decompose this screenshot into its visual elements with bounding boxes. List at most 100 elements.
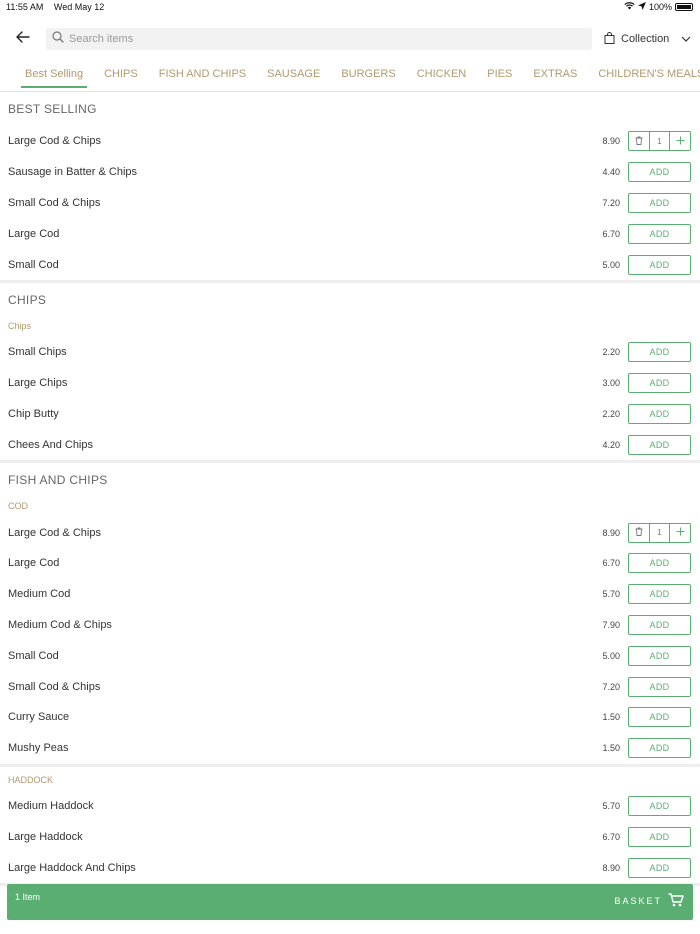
menu-item-row: Small Cod 5.00 ADD [0,249,700,280]
item-name: Large Chips [8,377,68,390]
add-button[interactable]: ADD [628,738,691,759]
section-title: CHIPS [8,292,47,307]
tab-burgers[interactable]: BURGERS [337,64,399,86]
item-name: Large Haddock And Chips [8,861,136,874]
item-group: Chips Small Chips 2.20 ADD Large Chips 3.00 AD… [0,317,700,460]
section-fish-and-chips: FISH AND CHIPS COD Large Cod & Chips 8.90 1 L… [0,463,700,886]
add-button[interactable]: ADD [628,403,691,424]
menu-item-row: Chees And Chips 4.20 ADD [0,429,700,460]
collection-selector[interactable]: Collection [604,31,691,47]
menu-item-row: Small Chips 2.20 ADD [0,337,700,368]
item-name: Medium Cod & Chips [8,618,112,631]
add-button[interactable]: ADD [628,434,691,455]
item-price: 5.00 [602,650,620,661]
menu-item-row: Large Chips 3.00 ADD [0,368,700,399]
search-bar[interactable] [46,28,592,50]
trash-icon [635,136,643,147]
back-button[interactable] [12,28,34,50]
add-button[interactable]: ADD [628,162,691,183]
menu-item-row: Large Cod 6.70 ADD [0,548,700,579]
item-name: Large Cod & Chips [8,135,101,148]
menu-item-row: Large Cod 6.70 ADD [0,218,700,249]
menu-item-row: Sausage in Batter & Chips 4.40 ADD [0,157,700,188]
add-button[interactable]: ADD [628,645,691,666]
quantity-stepper: 1 [628,522,691,543]
add-button[interactable]: ADD [628,614,691,635]
basket-item-count: 1 Item [15,892,41,902]
item-price: 3.00 [602,378,620,389]
menu-item-row: Curry Sauce 1.50 ADD [0,702,700,733]
item-name: Small Cod & Chips [8,680,101,693]
status-bar: 11:55 AM Wed May 12 100% [0,0,700,14]
category-tabs: Best Selling CHIPS FISH AND CHIPS SAUSAGE BU… [0,64,700,92]
plus-icon [676,136,685,147]
quantity-value: 1 [648,523,670,542]
menu-item-row: Small Cod & Chips 7.20 ADD [0,671,700,702]
menu-item-row: Small Cod & Chips 7.20 ADD [0,188,700,219]
menu-item-row: Mushy Peas 1.50 ADD [0,733,700,764]
basket-bar[interactable]: 1 Item BASKET [7,884,693,920]
add-button[interactable]: ADD [628,254,691,275]
add-button[interactable]: ADD [628,192,691,213]
tab-pies[interactable]: PIES [483,64,516,86]
status-date: Wed May 12 [53,2,105,12]
menu-item-row: Large Haddock And Chips 8.90 ADD [0,852,700,883]
shopping-bag-icon [604,31,615,47]
tab-chips[interactable]: CHIPS [100,64,142,86]
tab-best-selling[interactable]: Best Selling [21,64,88,88]
item-name: Large Cod & Chips [8,526,101,539]
section-title: FISH AND CHIPS [8,473,108,488]
item-name: Medium Haddock [8,799,94,812]
subsection-title: HADDOCK [8,774,54,785]
add-button[interactable]: ADD [628,857,691,878]
item-name: Large Cod [8,557,60,570]
add-button[interactable]: ADD [628,342,691,363]
item-price: 7.90 [602,619,620,630]
tab-sausage[interactable]: SAUSAGE [263,64,324,86]
item-group: COD Large Cod & Chips 8.90 1 Large Cod 6.70 AD… [0,497,700,763]
menu-item-row: Chip Butty 2.20 ADD [0,399,700,430]
collection-label: Collection [621,33,670,45]
item-price: 4.40 [602,167,620,178]
item-price: 5.70 [602,589,620,600]
add-button[interactable]: ADD [628,373,691,394]
item-name: Curry Sauce [8,711,70,724]
item-group: Large Cod & Chips 8.90 1 Sausage in Batter … [0,126,700,280]
item-name: Small Cod [8,649,59,662]
trash-icon [635,527,643,538]
remove-item-button[interactable] [629,132,649,150]
tab-extras[interactable]: EXTRAS [529,64,581,86]
menu-item-row: Large Cod & Chips 8.90 1 [0,126,700,157]
item-price: 6.70 [602,558,620,569]
add-button[interactable]: ADD [628,676,691,697]
item-price: 4.20 [602,439,620,450]
item-price: 8.90 [602,527,620,538]
menu-item-row: Small Cod 5.00 ADD [0,640,700,671]
chevron-down-icon [681,33,691,45]
tab-fish-and-chips[interactable]: FISH AND CHIPS [155,64,250,86]
menu-item-row: Medium Haddock 5.70 ADD [0,791,700,822]
increase-quantity-button[interactable] [669,523,690,542]
add-button[interactable]: ADD [628,553,691,574]
add-button[interactable]: ADD [628,826,691,847]
add-button[interactable]: ADD [628,223,691,244]
increase-quantity-button[interactable] [669,132,690,151]
item-name: Mushy Peas [8,742,69,755]
tab-children-s-meals[interactable]: CHILDREN'S MEALS [594,64,700,86]
search-input[interactable] [69,33,549,45]
remove-item-button[interactable] [629,524,649,542]
item-name: Chip Butty [8,407,59,420]
subsection-title: Chips [8,320,32,331]
add-button[interactable]: ADD [628,707,691,728]
item-name: Large Cod [8,227,60,240]
item-name: Small Chips [8,346,67,359]
add-button[interactable]: ADD [628,584,691,605]
add-button[interactable]: ADD [628,795,691,816]
item-price: 5.00 [602,259,620,270]
item-name: Small Cod & Chips [8,196,101,209]
item-price: 1.50 [602,743,620,754]
search-icon [52,30,64,48]
wifi-icon [624,2,635,12]
menu-item-row: Medium Cod & Chips 7.90 ADD [0,610,700,641]
tab-chicken[interactable]: CHICKEN [413,64,471,86]
